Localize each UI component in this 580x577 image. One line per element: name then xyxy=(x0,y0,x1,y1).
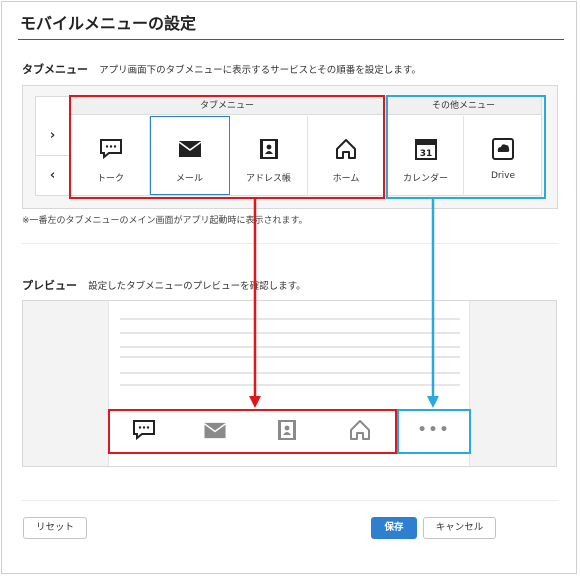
reset-button[interactable]: リセット xyxy=(23,517,87,539)
footer-divider xyxy=(22,500,558,501)
cyan-arrowhead xyxy=(427,396,439,408)
save-button[interactable]: 保存 xyxy=(371,517,417,539)
cancel-button[interactable]: キャンセル xyxy=(423,517,496,539)
red-arrowhead xyxy=(249,396,261,408)
annotation-arrows xyxy=(249,199,439,408)
